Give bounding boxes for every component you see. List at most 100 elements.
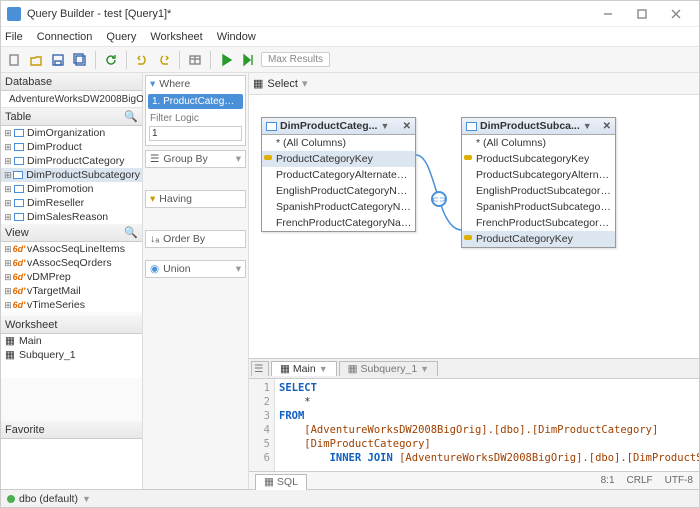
expand-icon[interactable]: ⊞ [3,184,13,195]
database-selector[interactable]: AdventureWorksDW2008BigOri... [1,91,142,108]
open-icon[interactable] [27,51,45,69]
join-icon[interactable]: ⊂⊃ [431,191,447,207]
run-icon[interactable] [217,51,235,69]
run-step-icon[interactable] [239,51,257,69]
column-row[interactable]: FrenchProductSubcategoryN... [462,215,615,231]
expand-icon[interactable]: ⊞ [3,286,13,297]
max-results-field[interactable]: Max Results [261,52,330,67]
table-window-header[interactable]: DimProductCateg...▼✕ [262,118,415,135]
expand-icon[interactable]: ⊞ [3,258,13,269]
chevron-down-icon[interactable]: ▼ [583,121,592,131]
column-row[interactable]: ProductCategoryAlternateKey [262,167,415,183]
worksheet-tabs: ☰ ▦Main▼ ▦Subquery_1▼ [249,359,699,379]
column-row-key[interactable]: ProductCategoryKey [262,151,415,167]
view-row[interactable]: ⊞6d'vTargetMail [1,284,142,298]
table-window-1[interactable]: DimProductCateg...▼✕ * (All Columns) Pro… [261,117,416,232]
sql-code[interactable]: SELECT * FROM [AdventureWorksDW2008BigOr… [275,379,699,471]
table-row[interactable]: ⊞DimReseller [1,196,142,210]
expand-icon[interactable]: ⊞ [3,142,13,153]
column-row[interactable]: EnglishProductSubcategoryN... [462,183,615,199]
table-icon[interactable] [186,51,204,69]
chevron-down-icon[interactable]: ▾ [236,153,241,165]
chevron-down-icon[interactable]: ▾ [236,263,241,275]
column-row[interactable]: FrenchProductCategoryName [262,215,415,231]
column-row[interactable]: * (All Columns) [462,135,615,151]
chevron-down-icon[interactable]: ▼ [319,364,328,374]
close-button[interactable] [659,3,693,25]
expand-icon[interactable]: ⊞ [3,212,13,223]
column-row-key[interactable]: ProductCategoryKey [462,231,615,247]
table-row[interactable]: ⊞DimPromotion [1,182,142,196]
where-condition[interactable]: 1. ProductCategoryKey =... [148,94,243,109]
worksheet-item[interactable]: ▦Subquery_1 [1,348,142,362]
chevron-down-icon[interactable]: ▾ [302,77,308,90]
save-all-icon[interactable] [71,51,89,69]
view-row[interactable]: ⊞6d'vAssocSeqLineItems [1,242,142,256]
having-clause[interactable]: ▾Having [145,190,246,208]
table-icon [466,122,477,131]
view-row[interactable]: ⊞6d'vTimeSeries [1,298,142,312]
maximize-button[interactable] [625,3,659,25]
expand-icon[interactable]: ⊞ [3,300,13,311]
menu-file[interactable]: File [5,31,23,43]
filter-logic-input[interactable]: 1 [149,126,242,141]
column-row[interactable]: EnglishProductCategoryName [262,183,415,199]
search-icon[interactable]: 🔍 [124,226,138,239]
table-row-selected[interactable]: ⊞DimProductSubcategory [1,168,142,182]
table-row[interactable]: ⊞DimOrganization [1,126,142,140]
column-row[interactable]: SpanishProductCategoryName [262,199,415,215]
column-row-key[interactable]: ProductSubcategoryKey [462,151,615,167]
worksheet-item[interactable]: ▦Main [1,334,142,348]
close-icon[interactable]: ✕ [403,121,411,132]
search-icon[interactable]: 🔍 [124,110,138,123]
table-row[interactable]: ⊞DimProduct [1,140,142,154]
expand-icon[interactable]: ⊞ [3,156,13,167]
column-row[interactable]: SpanishProductSubcategoryN... [462,199,615,215]
where-clause[interactable]: ▾Where 1. ProductCategoryKey =... Filter… [145,75,246,146]
refresh-icon[interactable] [102,51,120,69]
sql-tab[interactable]: ▦SQL [255,474,307,490]
view-tree[interactable]: ⊞6d'vAssocSeqLineItems ⊞6d'vAssocSeqOrde… [1,242,142,312]
group-by-clause[interactable]: ☰Group By▾ [145,150,246,168]
view-icon: 6d' [13,272,26,282]
table-window-header[interactable]: DimProductSubca...▼✕ [462,118,615,135]
menu-worksheet[interactable]: Worksheet [150,31,202,43]
table-tree[interactable]: ⊞DimOrganization ⊞DimProduct ⊞DimProduct… [1,126,142,224]
worksheet-tree[interactable]: ▦Main ▦Subquery_1 [1,334,142,378]
schema-selector[interactable]: dbo (default) [19,493,78,505]
menu-query[interactable]: Query [106,31,136,43]
expand-icon[interactable]: ⊞ [3,244,13,255]
tabs-menu-icon[interactable]: ☰ [251,361,269,376]
column-row[interactable]: * (All Columns) [262,135,415,151]
sql-editor[interactable]: 123456 SELECT * FROM [AdventureWorksDW20… [249,379,699,471]
grid-icon: ▦ [348,363,358,375]
diagram-canvas[interactable]: DimProductCateg...▼✕ * (All Columns) Pro… [249,95,699,358]
table-row[interactable]: ⊞DimProductCategory [1,154,142,168]
undo-icon[interactable] [133,51,151,69]
where-header[interactable]: ▾Where [146,76,245,92]
table-row[interactable]: ⊞DimSalesReason [1,210,142,224]
tab-main[interactable]: ▦Main▼ [271,361,337,376]
expand-icon[interactable]: ⊞ [3,170,13,181]
save-icon[interactable] [49,51,67,69]
chevron-down-icon[interactable]: ▼ [82,494,91,504]
menu-connection[interactable]: Connection [37,31,93,43]
view-row[interactable]: ⊞6d'vDMPrep [1,270,142,284]
chevron-down-icon[interactable]: ▼ [380,121,389,131]
column-row[interactable]: ProductSubcategoryAlternat... [462,167,615,183]
order-by-clause[interactable]: ↓ₐOrder By [145,230,246,248]
expand-icon[interactable]: ⊞ [3,128,13,139]
redo-icon[interactable] [155,51,173,69]
tab-subquery[interactable]: ▦Subquery_1▼ [339,361,438,376]
view-row[interactable]: ⊞6d'vAssocSeqOrders [1,256,142,270]
left-panel: Database AdventureWorksDW2008BigOri... T… [1,73,143,489]
table-window-2[interactable]: DimProductSubca...▼✕ * (All Columns) Pro… [461,117,616,248]
close-icon[interactable]: ✕ [603,121,611,132]
expand-icon[interactable]: ⊞ [3,198,13,209]
chevron-down-icon[interactable]: ▼ [420,364,429,374]
menu-window[interactable]: Window [217,31,256,43]
union-clause[interactable]: ◉Union▾ [145,260,246,278]
expand-icon[interactable]: ⊞ [3,272,13,283]
minimize-button[interactable] [591,3,625,25]
new-icon[interactable] [5,51,23,69]
